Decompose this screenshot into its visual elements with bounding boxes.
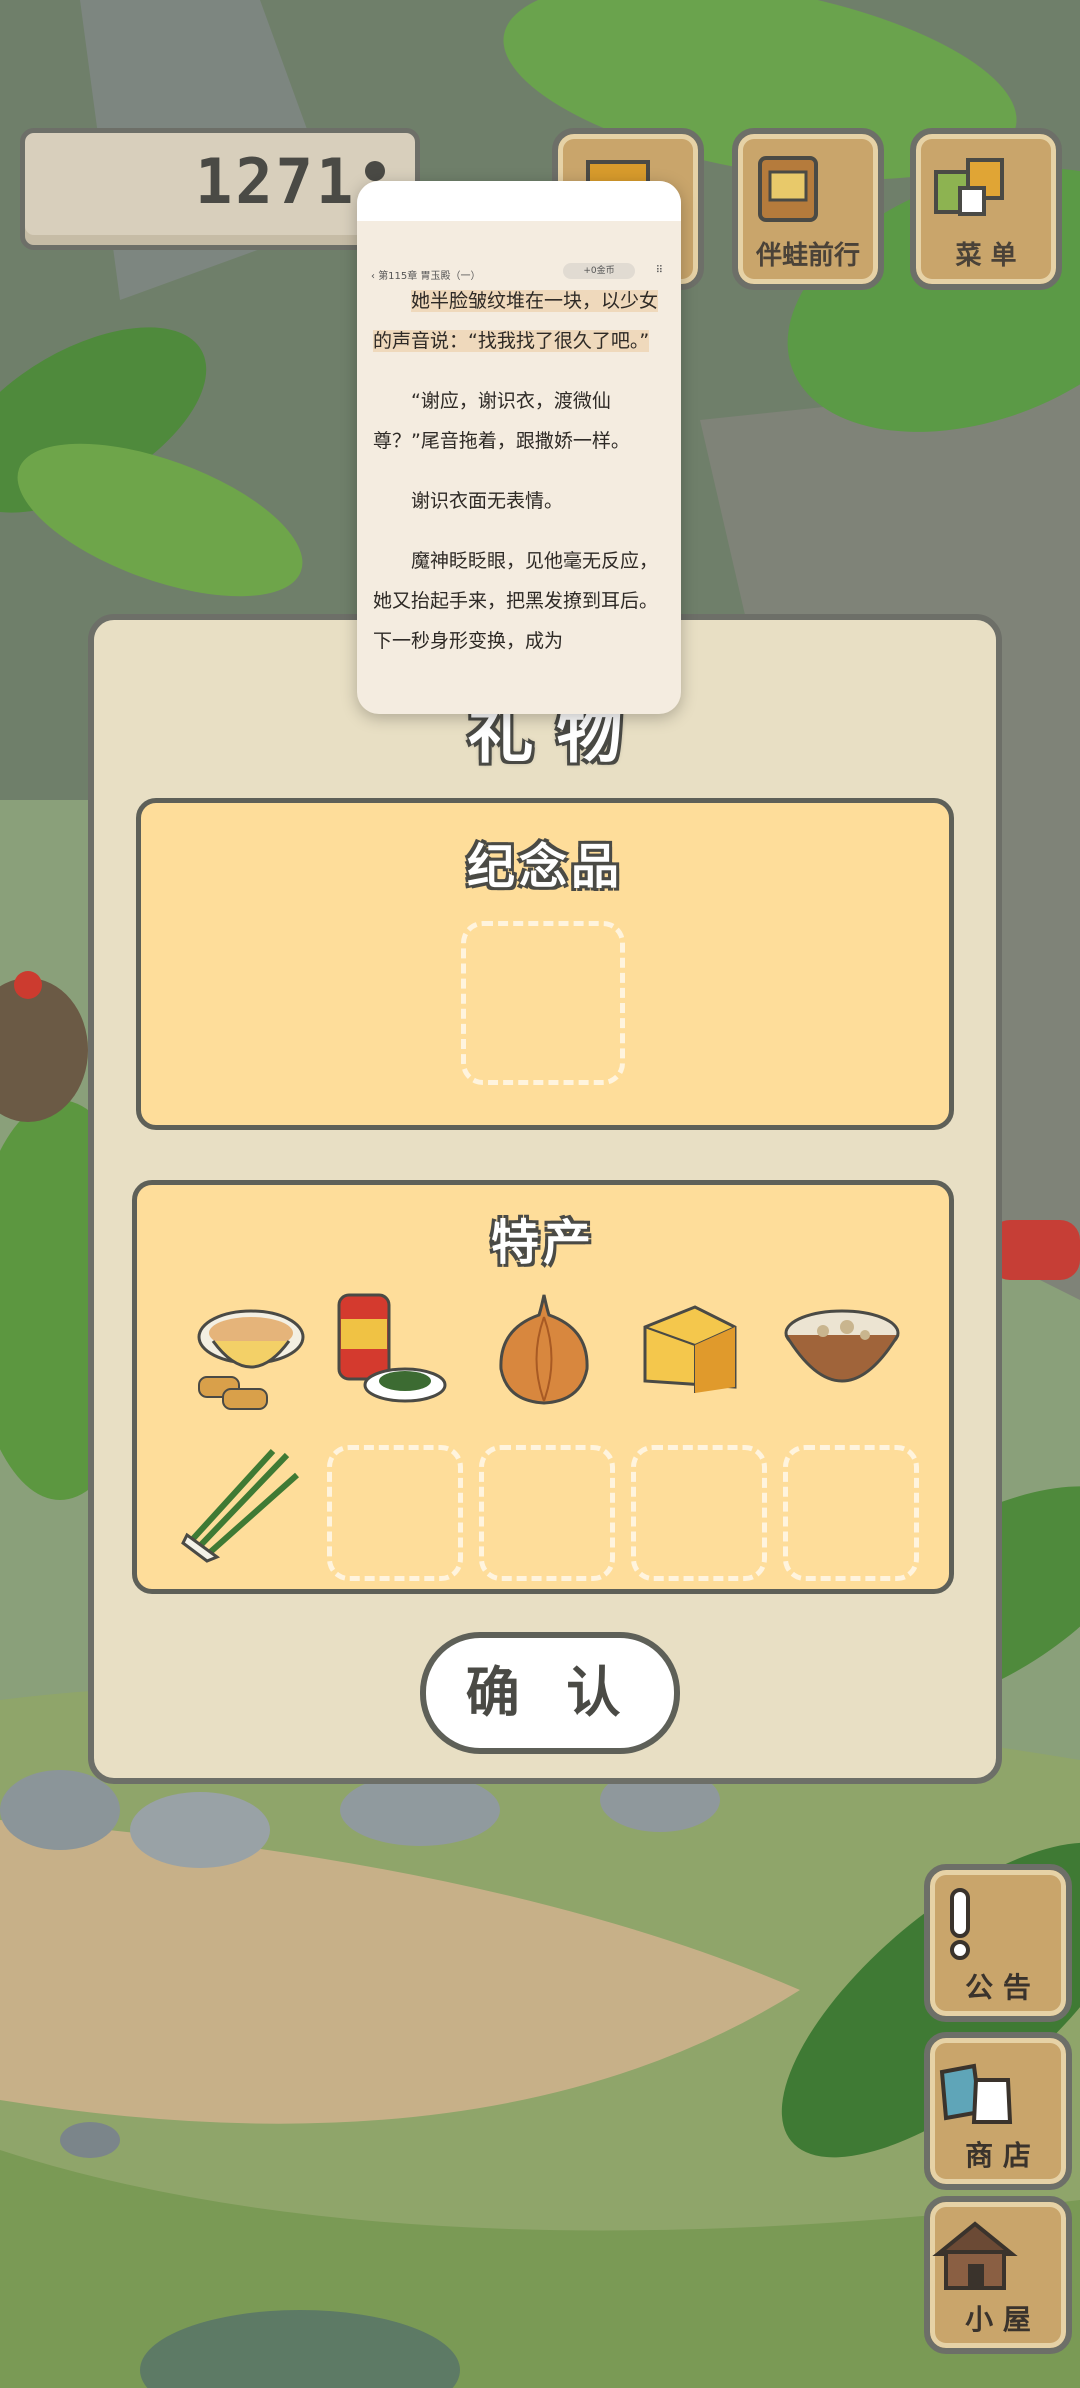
reader-more-icon[interactable]: ⠿ bbox=[656, 265, 663, 276]
menu-label: 菜 单 bbox=[955, 241, 1017, 271]
specialty-slot[interactable] bbox=[631, 1445, 767, 1581]
house-icon bbox=[932, 2221, 1018, 2290]
specialty-slot[interactable] bbox=[479, 1445, 615, 1581]
onion-icon[interactable] bbox=[489, 1289, 599, 1409]
tea-and-snacks-icon[interactable] bbox=[189, 1297, 309, 1417]
menu-cards-icon bbox=[934, 158, 1004, 216]
shop-label: 商 店 bbox=[965, 2139, 1031, 2172]
notice-button[interactable]: 公 告 bbox=[924, 1864, 1072, 2022]
specialty-slot[interactable] bbox=[783, 1445, 919, 1581]
shop-button[interactable]: 商 店 bbox=[924, 2032, 1072, 2190]
bags-icon bbox=[939, 2063, 1013, 2124]
clover-count: 1271 bbox=[195, 145, 357, 218]
reader-top-bar bbox=[357, 181, 681, 221]
reader-coin-chip[interactable]: +0金币 bbox=[563, 263, 635, 279]
menu-button[interactable]: 菜 单 bbox=[910, 128, 1062, 290]
reader-paragraph: “谢应，谢识衣，渡微仙尊？”尾音拖着，跟撒娇一样。 bbox=[373, 390, 630, 452]
reader-paragraph: 魔神眨眨眼，见他毫无反应，她又抬起手来，把黑发撩到耳后。下一秒身形变换，成为 bbox=[373, 550, 659, 652]
reader-paragraph: 谢识衣面无表情。 bbox=[411, 490, 564, 512]
photo-album-icon bbox=[758, 156, 818, 222]
souvenir-title: 纪念品 bbox=[466, 839, 623, 895]
reader-text: 她半脸皱纹堆在一块，以少女的声音说：“找我找了很久了吧。” “谢应，谢识衣，渡微… bbox=[373, 281, 665, 681]
house-button[interactable]: 小 屋 bbox=[924, 2196, 1072, 2354]
specialty-slot[interactable] bbox=[327, 1445, 463, 1581]
reader-paragraph: 她半脸皱纹堆在一块，以少女的声音说：“找我找了很久了吧。” bbox=[373, 290, 659, 352]
frog-trip-button[interactable]: 伴蛙前行 bbox=[732, 128, 884, 290]
green-onion-icon[interactable] bbox=[177, 1445, 307, 1565]
specialty-title: 特产 bbox=[490, 1215, 595, 1271]
gift-dialog: 礼 物 纪念品 特产 确 认 bbox=[88, 614, 1002, 1784]
canned-pickles-icon[interactable] bbox=[329, 1289, 449, 1409]
notice-label: 公 告 bbox=[965, 1971, 1031, 2004]
souvenir-panel: 纪念品 bbox=[136, 798, 954, 1130]
house-label: 小 屋 bbox=[965, 2303, 1031, 2336]
confirm-button[interactable]: 确 认 bbox=[420, 1632, 680, 1754]
rice-porridge-icon[interactable] bbox=[777, 1297, 907, 1407]
souvenir-slot[interactable] bbox=[461, 921, 625, 1085]
specialty-panel: 特产 bbox=[132, 1180, 954, 1594]
cheese-icon[interactable] bbox=[635, 1297, 745, 1407]
frog-trip-label: 伴蛙前行 bbox=[755, 241, 860, 271]
reader-overlay[interactable]: ‹ 第115章 胃玉殿（一） +0金币 ⠿ 她半脸皱纹堆在一块，以少女的声音说：… bbox=[357, 181, 681, 714]
exclamation-icon bbox=[950, 1888, 970, 1960]
